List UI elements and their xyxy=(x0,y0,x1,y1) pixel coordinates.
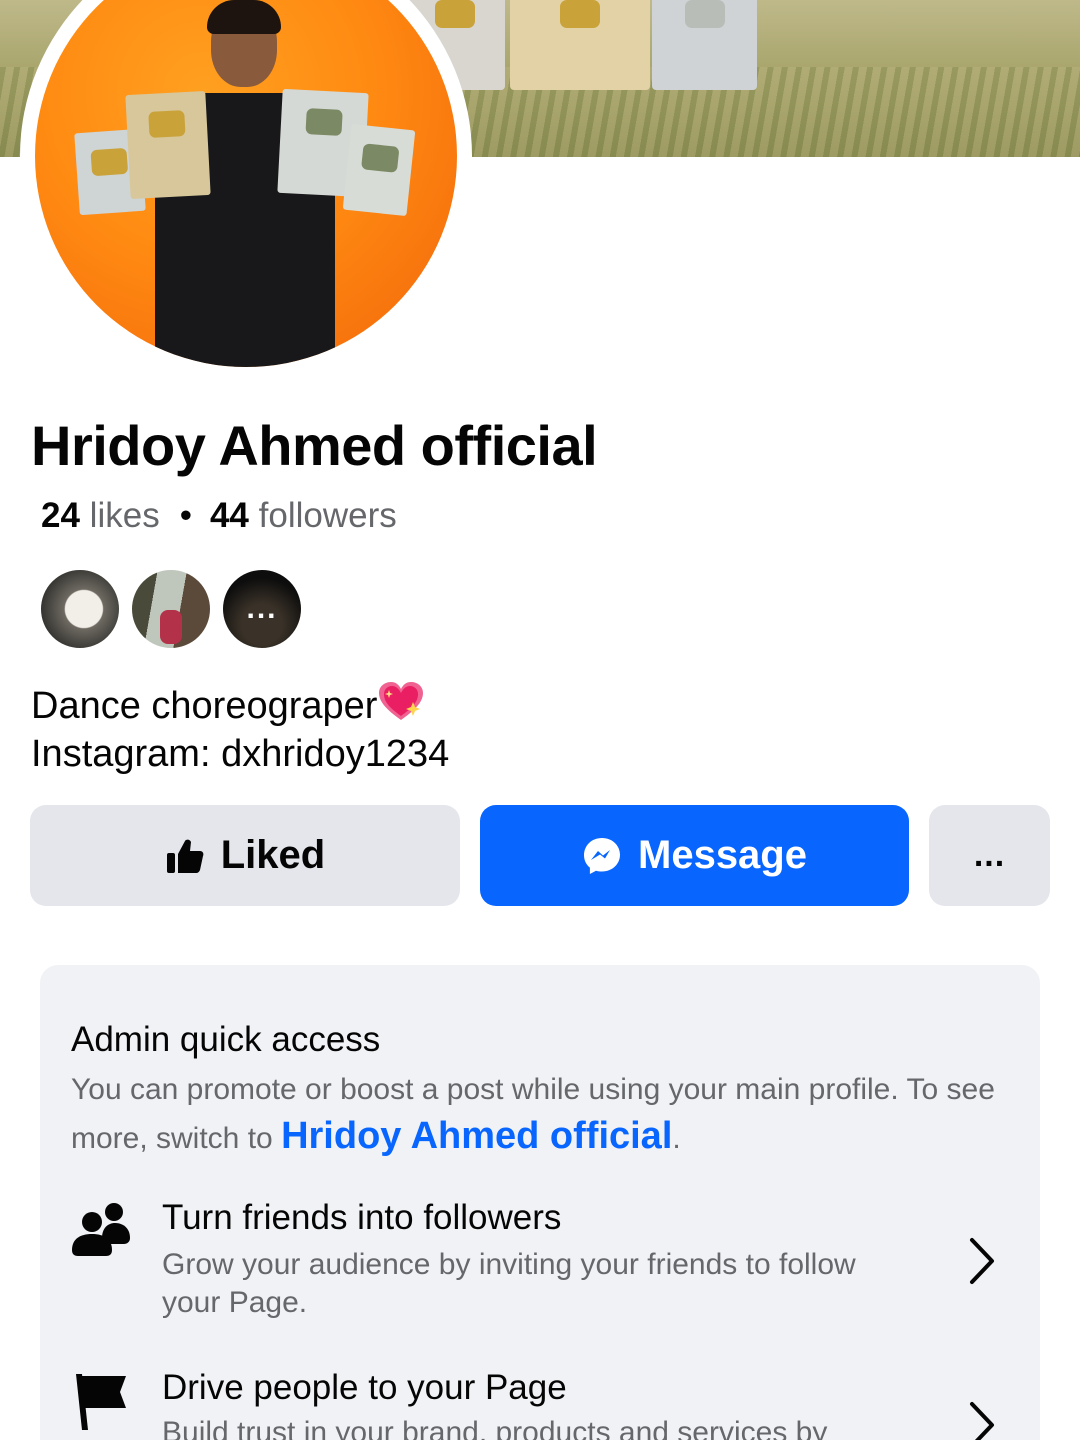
followers-label: followers xyxy=(258,496,397,535)
follower-avatar[interactable] xyxy=(39,568,121,650)
liked-label: Liked xyxy=(220,833,326,877)
message-label: Message xyxy=(638,833,807,877)
more-dots: ... xyxy=(246,592,278,625)
flag-icon xyxy=(76,1374,126,1430)
followers-count: 44 xyxy=(209,496,249,535)
switch-profile-link[interactable]: Hridoy Ahmed official xyxy=(281,1115,672,1157)
admin-item-title: Turn friends into followers xyxy=(162,1198,562,1237)
follower-avatar[interactable] xyxy=(130,568,212,650)
play-button-icon xyxy=(90,147,129,177)
admin-quick-access-card: Admin quick access You can promote or bo… xyxy=(40,965,1040,1440)
cover-award-plaque xyxy=(652,0,757,90)
admin-card-title: Admin quick access xyxy=(71,1020,381,1059)
admin-item-title: Drive people to your Page xyxy=(162,1368,567,1407)
play-button-icon xyxy=(360,143,400,173)
chevron-right-icon xyxy=(970,1402,994,1440)
chevron-right-icon xyxy=(970,1238,994,1284)
sparkling-heart-icon xyxy=(379,682,424,720)
bio-line: Instagram: dxhridoy1234 xyxy=(31,733,450,775)
more-options-button[interactable]: ... xyxy=(929,805,1050,906)
admin-card-description: You can promote or boost a post while us… xyxy=(71,1067,1021,1162)
play-button-icon xyxy=(148,110,186,138)
likes-label: likes xyxy=(89,496,160,535)
play-button-icon xyxy=(684,0,725,28)
admin-item-description: Grow your audience by inviting your frie… xyxy=(162,1248,856,1319)
award-plaque xyxy=(342,123,416,217)
liked-button[interactable]: Liked xyxy=(30,805,460,906)
page-stats[interactable]: 24 likes • 44 followers xyxy=(41,496,397,536)
message-button[interactable]: Message xyxy=(480,805,909,906)
play-button-icon xyxy=(435,0,475,28)
page-title: Hridoy Ahmed official xyxy=(31,414,598,477)
award-plaque xyxy=(125,90,211,200)
cover-award-plaque xyxy=(510,0,650,90)
bio-line: Dance choreograper xyxy=(31,680,449,730)
more-options-icon: ... xyxy=(973,836,1006,874)
person-hair xyxy=(207,0,281,34)
likes-count: 24 xyxy=(41,496,80,535)
bio-text: Dance choreograper xyxy=(31,685,378,727)
page-bio: Dance choreograper Instagram: dxhridoy12… xyxy=(31,680,449,778)
play-button-icon xyxy=(305,108,343,136)
admin-desc-end: . xyxy=(672,1122,681,1155)
stat-separator: • xyxy=(179,496,192,535)
more-followers-avatar[interactable]: ... xyxy=(221,568,303,650)
admin-item-description: Build trust in your brand, products and … xyxy=(162,1416,828,1440)
people-icon xyxy=(72,1203,130,1256)
messenger-icon xyxy=(584,837,620,874)
play-button-icon xyxy=(560,0,600,28)
thumbs-up-icon xyxy=(166,839,204,873)
